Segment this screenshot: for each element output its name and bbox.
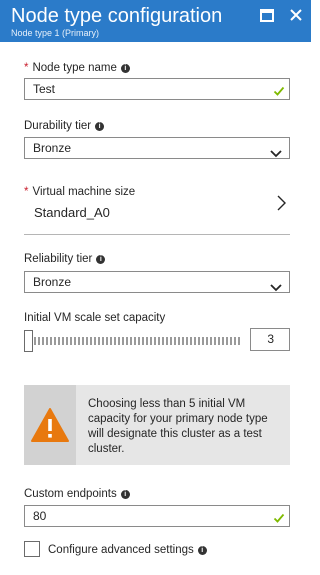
blade-header: Node type configuration Node type 1 (Pri… bbox=[0, 0, 311, 42]
custom-endpoints-value: 80 bbox=[33, 509, 47, 523]
required-marker: * bbox=[24, 62, 29, 74]
durability-tier-value: Bronze bbox=[33, 141, 72, 155]
vm-size-label-text: Virtual machine size bbox=[32, 186, 136, 198]
scale-set-capacity-input[interactable]: 3 bbox=[250, 328, 290, 351]
custom-endpoints-label: Custom endpoints i bbox=[24, 487, 130, 501]
slider-track bbox=[34, 337, 242, 345]
reliability-tier-label-text: Reliability tier bbox=[24, 253, 93, 265]
info-icon[interactable]: i bbox=[96, 255, 106, 264]
valid-check-icon bbox=[273, 83, 285, 103]
blade-title: Node type configuration bbox=[11, 5, 223, 27]
warning-icon bbox=[30, 407, 70, 448]
warning-text: Choosing less than 5 initial VM capacity… bbox=[88, 398, 268, 455]
chevron-down-icon bbox=[270, 144, 282, 164]
divider bbox=[24, 234, 290, 235]
reliability-tier-select[interactable]: Bronze bbox=[24, 271, 290, 293]
scale-set-capacity-label: Initial VM scale set capacity bbox=[24, 312, 166, 324]
vm-size-value[interactable]: Standard_A0 bbox=[34, 205, 110, 220]
node-type-name-value: Test bbox=[33, 82, 56, 96]
info-icon[interactable]: i bbox=[197, 546, 207, 555]
info-icon[interactable]: i bbox=[120, 490, 130, 499]
scale-set-capacity-slider[interactable] bbox=[24, 330, 244, 352]
durability-tier-label-text: Durability tier bbox=[24, 120, 92, 132]
warning-message: Choosing less than 5 initial VM capacity… bbox=[24, 385, 290, 465]
blade-subtitle: Node type 1 (Primary) bbox=[11, 28, 100, 38]
node-type-name-input[interactable]: Test bbox=[24, 78, 290, 100]
valid-check-icon bbox=[273, 510, 285, 530]
advanced-settings-label-text: Configure advanced settings bbox=[48, 544, 194, 556]
advanced-settings-label[interactable]: Configure advanced settings i bbox=[48, 543, 207, 557]
chevron-down-icon bbox=[270, 278, 282, 298]
maximize-icon[interactable] bbox=[258, 6, 276, 24]
custom-endpoints-input[interactable]: 80 bbox=[24, 505, 290, 527]
reliability-tier-label: Reliability tier i bbox=[24, 252, 106, 266]
durability-tier-select[interactable]: Bronze bbox=[24, 137, 290, 159]
required-marker: * bbox=[24, 186, 29, 198]
node-type-name-label: * Node type name i bbox=[24, 61, 130, 75]
advanced-settings-checkbox[interactable] bbox=[24, 541, 40, 557]
close-icon[interactable] bbox=[287, 6, 305, 24]
warning-icon-box bbox=[24, 385, 76, 465]
node-type-name-label-text: Node type name bbox=[32, 62, 117, 74]
info-icon[interactable]: i bbox=[95, 122, 105, 131]
info-icon[interactable]: i bbox=[120, 64, 130, 73]
custom-endpoints-label-text: Custom endpoints bbox=[24, 488, 117, 500]
durability-tier-label: Durability tier i bbox=[24, 119, 105, 133]
reliability-tier-value: Bronze bbox=[33, 275, 72, 289]
chevron-right-icon[interactable] bbox=[275, 194, 287, 212]
slider-thumb[interactable] bbox=[24, 330, 33, 352]
vm-size-label: * Virtual machine size bbox=[24, 185, 135, 199]
